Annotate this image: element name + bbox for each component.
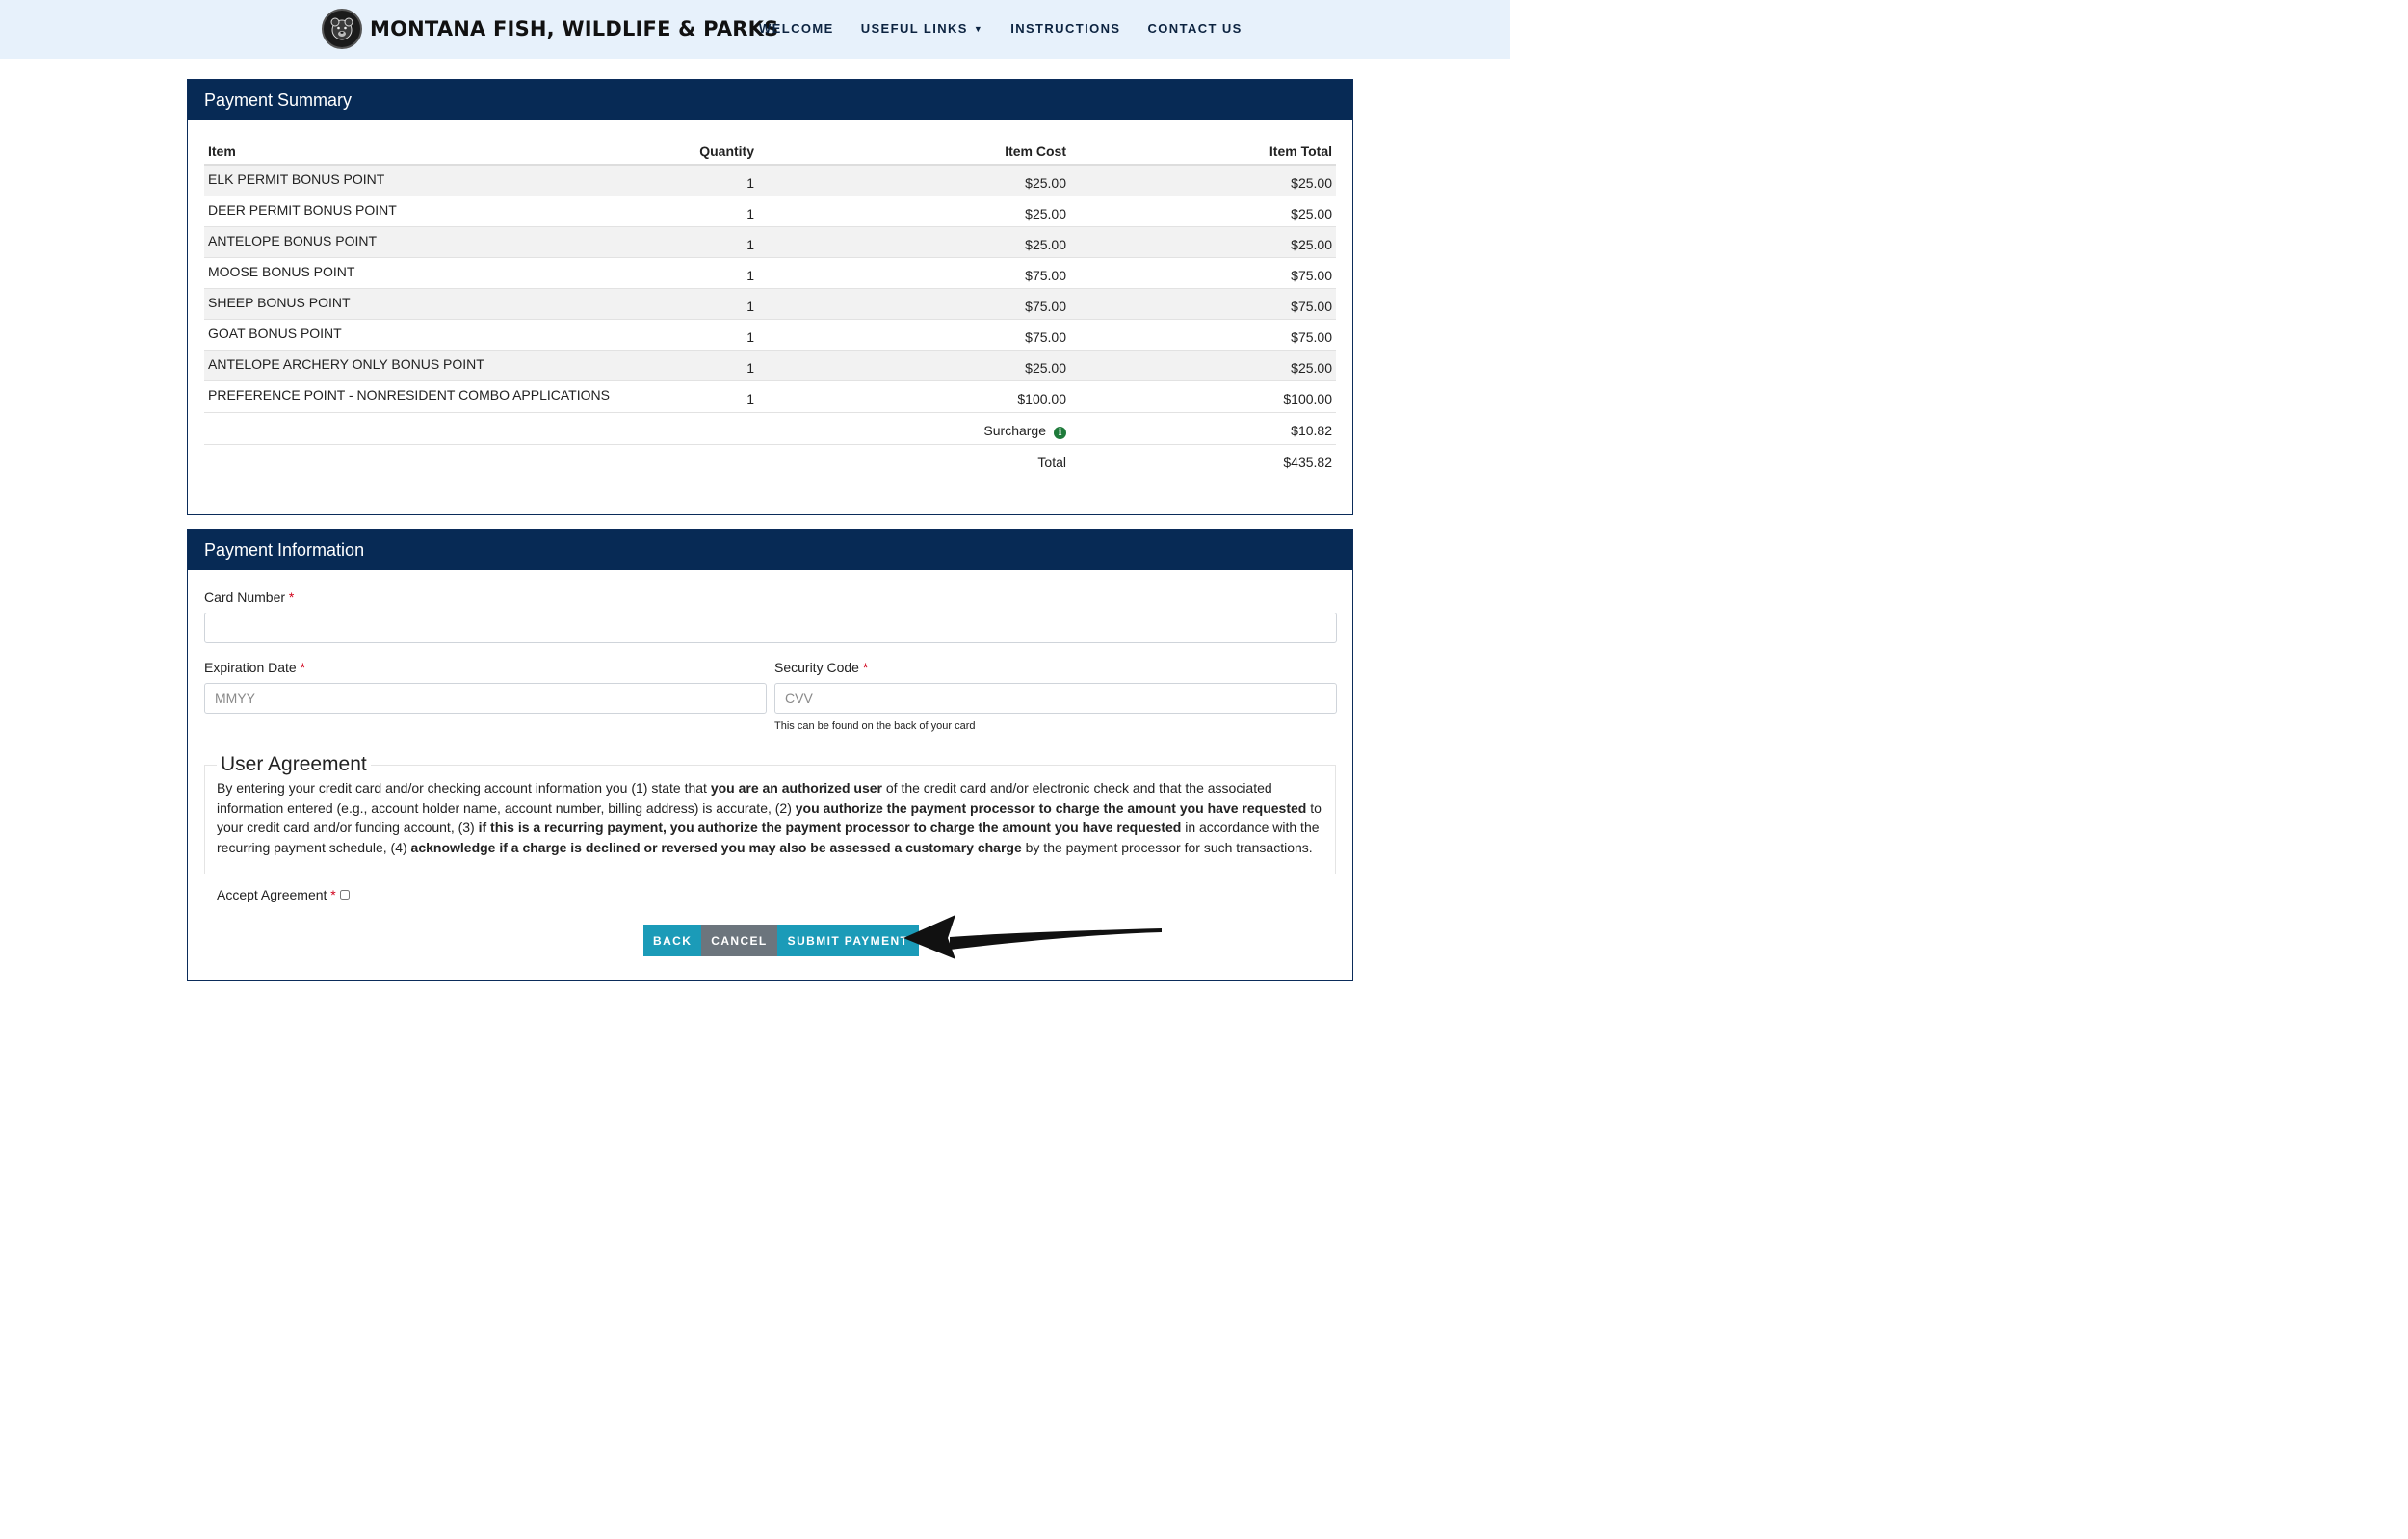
surcharge-row: Surcharge i $10.82 [204,412,1336,445]
row-quantity: 1 [665,288,758,320]
col-total-header: Item Total [1070,138,1336,166]
main-nav: WELCOME USEFUL LINKS ▼ INSTRUCTIONS CONT… [759,21,1269,36]
submit-payment-button[interactable]: SUBMIT PAYMENT [776,925,920,956]
payment-summary-panel: Payment Summary Item Quantity Item Cost … [187,79,1353,515]
required-mark: * [300,660,306,675]
row-cost: $25.00 [758,350,1070,381]
row-quantity: 1 [665,164,758,196]
payment-information-title: Payment Information [188,530,1352,570]
row-cost: $75.00 [758,288,1070,320]
security-code-help: This can be found on the back of your ca… [774,720,976,732]
row-quantity: 1 [665,257,758,289]
accept-agreement-checkbox[interactable] [339,890,350,900]
security-code-label: Security Code * [774,660,869,675]
payment-information-panel: Payment Information Card Number * Expira… [187,529,1353,981]
cancel-button[interactable]: CANCEL [701,925,777,956]
total-row: Total $435.82 [204,444,1336,475]
row-cost: $75.00 [758,257,1070,289]
caret-down-icon: ▼ [973,23,984,34]
row-quantity: 1 [665,380,758,413]
row-total: $75.00 [1070,319,1336,351]
nav-useful-links[interactable]: USEFUL LINKS ▼ [861,21,984,36]
col-item-header: Item [204,138,665,166]
row-cost: $75.00 [758,319,1070,351]
expiration-date-input[interactable] [204,683,767,714]
row-item: MOOSE BONUS POINT [204,257,665,289]
surcharge-label-cell: Surcharge i [758,412,1070,445]
table-row: GOAT BONUS POINT 1 $75.00 $75.00 [204,319,1336,351]
nav-useful-links-label: USEFUL LINKS [860,21,968,36]
table-row: ANTELOPE ARCHERY ONLY BONUS POINT 1 $25.… [204,350,1336,381]
surcharge-label: Surcharge [983,423,1046,438]
surcharge-value: $10.82 [1070,412,1336,445]
row-total: $100.00 [1070,380,1336,413]
brand[interactable]: MONTANA FISH, WILDLIFE & PARKS [322,8,778,50]
row-total: $25.00 [1070,164,1336,196]
card-number-label: Card Number * [204,589,295,605]
accept-agreement-label: Accept Agreement [217,887,327,902]
row-quantity: 1 [665,319,758,351]
nav-contact-us[interactable]: CONTACT US [1148,21,1243,36]
table-row: MOOSE BONUS POINT 1 $75.00 $75.00 [204,257,1336,289]
info-icon[interactable]: i [1054,427,1066,439]
accept-agreement: Accept Agreement * [217,887,350,902]
nav-instructions[interactable]: INSTRUCTIONS [1010,21,1120,36]
payment-summary-title: Payment Summary [188,80,1352,120]
row-total: $25.00 [1070,196,1336,227]
row-quantity: 1 [665,350,758,381]
required-mark: * [862,660,869,675]
row-cost: $100.00 [758,380,1070,413]
row-item: ANTELOPE BONUS POINT [204,226,665,258]
user-agreement-text: By entering your credit card and/or chec… [217,780,1322,855]
pointer-arrow-icon [903,915,1162,959]
nav-welcome[interactable]: WELCOME [759,21,834,36]
form-actions: BACK CANCEL SUBMIT PAYMENT [643,925,920,956]
row-total: $25.00 [1070,226,1336,258]
security-code-input[interactable] [774,683,1337,714]
row-item: ANTELOPE ARCHERY ONLY BONUS POINT [204,350,665,381]
row-item: ELK PERMIT BONUS POINT [204,164,665,196]
row-item: PREFERENCE POINT - NONRESIDENT COMBO APP… [204,380,665,413]
required-mark: * [288,589,295,605]
user-agreement-legend: User Agreement [221,753,367,775]
table-row: SHEEP BONUS POINT 1 $75.00 $75.00 [204,288,1336,320]
col-cost-header: Item Cost [758,138,1070,166]
row-cost: $25.00 [758,164,1070,196]
table-row: ANTELOPE BONUS POINT 1 $25.00 $25.00 [204,226,1336,258]
payment-summary-table: Item Quantity Item Cost Item Total ELK P… [204,138,1336,475]
table-row: PREFERENCE POINT - NONRESIDENT COMBO APP… [204,380,1336,413]
row-quantity: 1 [665,226,758,258]
top-navbar: MONTANA FISH, WILDLIFE & PARKS WELCOME U… [0,0,1510,59]
user-agreement-fieldset: User Agreement By entering your credit c… [204,753,1336,874]
total-label: Total [758,444,1070,475]
row-total: $75.00 [1070,257,1336,289]
required-mark: * [330,887,336,902]
table-row: ELK PERMIT BONUS POINT 1 $25.00 $25.00 [204,164,1336,196]
row-item: SHEEP BONUS POINT [204,288,665,320]
col-quantity-header: Quantity [665,138,758,166]
table-row: DEER PERMIT BONUS POINT 1 $25.00 $25.00 [204,196,1336,227]
expiration-date-label: Expiration Date * [204,660,306,675]
row-item: GOAT BONUS POINT [204,319,665,351]
back-button[interactable]: BACK [643,925,702,956]
row-total: $75.00 [1070,288,1336,320]
row-cost: $25.00 [758,226,1070,258]
bear-head-logo-icon [322,9,362,49]
row-cost: $25.00 [758,196,1070,227]
row-item: DEER PERMIT BONUS POINT [204,196,665,227]
row-total: $25.00 [1070,350,1336,381]
row-quantity: 1 [665,196,758,227]
brand-title: MONTANA FISH, WILDLIFE & PARKS [370,17,779,40]
total-value: $435.82 [1070,444,1336,475]
card-number-input[interactable] [204,613,1337,643]
table-header-row: Item Quantity Item Cost Item Total [204,138,1336,166]
